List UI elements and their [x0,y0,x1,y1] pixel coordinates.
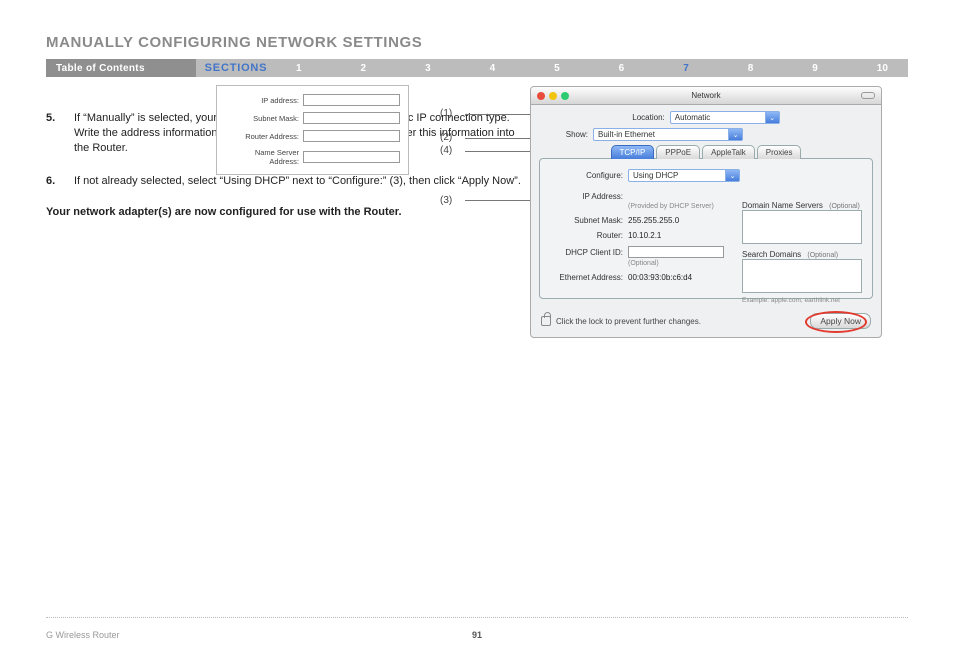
chevron-updown-icon: ⌄ [728,129,742,140]
lock-text: Click the lock to prevent further change… [556,317,701,326]
traffic-lights [537,92,569,100]
section-link-6[interactable]: 6 [619,63,625,74]
section-link-1[interactable]: 1 [296,63,302,74]
zoom-icon[interactable] [561,92,569,100]
section-link-2[interactable]: 2 [361,63,367,74]
page-footer: G Wireless Router 91 [46,630,908,640]
dhcp-client-id-input[interactable] [628,246,724,258]
callout-4: (4) [440,145,452,156]
footer-rule [46,617,908,618]
sections-label: SECTIONS [196,59,276,77]
eth-label: Ethernet Address: [550,273,628,282]
section-link-8[interactable]: 8 [748,63,754,74]
search-domains-optional: (Optional) [807,252,838,259]
section-link-7[interactable]: 7 [683,63,689,74]
form-label: Router Address: [225,132,303,141]
dhcp-label: DHCP Client ID: [550,248,628,257]
search-domains-textarea[interactable] [742,259,862,293]
configure-value: Using DHCP [633,171,678,180]
form-label: Name Server Address: [225,148,303,166]
ip-label: IP Address: [550,192,628,201]
lock-icon[interactable] [541,316,551,326]
step-text: If not already selected, select “Using D… [74,174,526,189]
toc-link[interactable]: Table of Contents [46,59,196,77]
dns-textarea[interactable] [742,210,862,244]
dns-label: Domain Name Servers [742,201,823,210]
callout-2: (2) [440,132,452,143]
configure-label: Configure: [550,171,628,180]
minimize-icon[interactable] [549,92,557,100]
section-link-3[interactable]: 3 [425,63,431,74]
apply-now-button[interactable]: Apply Now [810,313,871,329]
chevron-updown-icon: ⌄ [765,112,779,123]
location-select[interactable]: Automatic ⌄ [670,111,780,124]
close-icon[interactable] [537,92,545,100]
form-input [303,130,400,142]
section-link-9[interactable]: 9 [812,63,818,74]
form-input [303,94,400,106]
footer-left: G Wireless Router [46,630,120,640]
subnet-label: Subnet Mask: [550,216,628,225]
tcpip-panel: Configure: Using DHCP ⌄ IP Address: (Pro… [539,158,873,299]
configure-select[interactable]: Using DHCP ⌄ [628,169,740,182]
form-label: Subnet Mask: [225,114,303,123]
section-nav: Table of Contents SECTIONS 1 2 3 4 5 6 7 8 9 10 [46,59,908,77]
chevron-updown-icon: ⌄ [725,170,739,181]
callout-3: (3) [440,195,452,206]
dhcp-note: (Optional) [628,260,659,267]
step-number: 6. [46,174,74,189]
page-number: 91 [472,630,482,640]
form-label: IP address: [225,96,303,105]
show-value: Built-in Ethernet [598,130,655,139]
search-domains-label: Search Domains [742,250,801,259]
show-label: Show: [539,130,593,139]
network-prefs-window: Network Location: Automatic ⌄ Show: Buil… [530,86,882,338]
dns-optional: (Optional) [829,203,860,210]
eth-value: 00:03:93:0b:c6:d4 [628,273,692,282]
tab-appletalk[interactable]: AppleTalk [702,145,755,159]
toolbar-pill-icon[interactable] [861,92,875,99]
form-input [303,151,400,163]
page-title: MANUALLY CONFIGURING NETWORK SETTINGS [46,34,908,51]
tab-proxies[interactable]: Proxies [757,145,802,159]
router-label: Router: [550,231,628,240]
step-number: 5. [46,111,74,156]
section-link-4[interactable]: 4 [490,63,496,74]
show-select[interactable]: Built-in Ethernet ⌄ [593,128,743,141]
section-link-5[interactable]: 5 [554,63,560,74]
location-value: Automatic [675,113,711,122]
tab-pppoe[interactable]: PPPoE [656,145,700,159]
ip-form-figure: IP address: Subnet Mask: Router Address:… [216,85,409,175]
conclusion-text: Your network adapter(s) are now configur… [46,206,526,218]
subnet-value: 255.255.255.0 [628,216,679,225]
example-text: Example: apple.com, earthlink.net [742,297,862,304]
form-input [303,112,400,124]
router-value: 10.10.2.1 [628,231,661,240]
section-link-10[interactable]: 10 [877,63,888,74]
ip-note: (Provided by DHCP Server) [628,203,714,210]
callout-1: (1) [440,108,452,119]
location-label: Location: [632,113,669,122]
tab-tcpip[interactable]: TCP/IP [611,145,655,159]
titlebar: Network [531,87,881,105]
window-title: Network [691,91,720,100]
